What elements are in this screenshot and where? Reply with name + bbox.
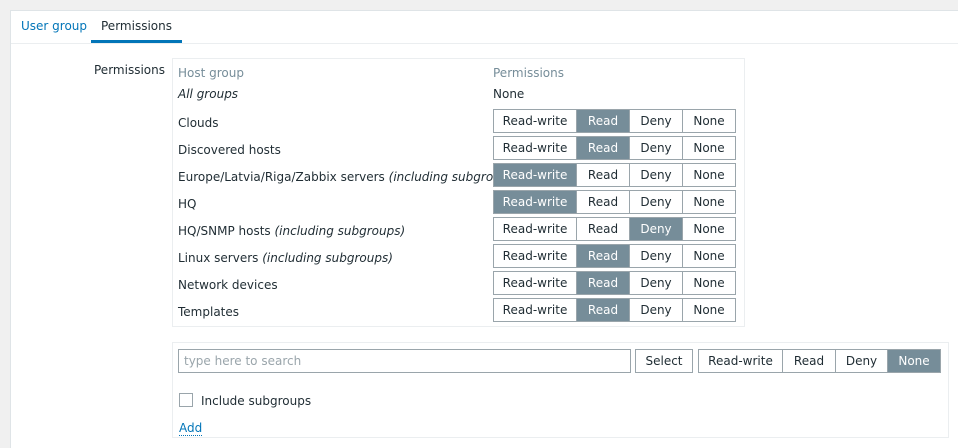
permission-segmented-control: Read-write Read Deny None [493,244,736,268]
permission-option-deny[interactable]: Deny [630,110,683,132]
permission-option-deny[interactable]: Deny [630,272,683,294]
host-group-name: Linux servers (including subgroups) [178,251,393,265]
permission-option-none[interactable]: None [683,245,735,267]
include-subgroups-checkbox[interactable] [179,393,193,407]
all-groups-permission: None [493,87,525,101]
new-permission-option-read[interactable]: Read [783,350,836,372]
permission-option-deny[interactable]: Deny [630,245,683,267]
tab-permissions[interactable]: Permissions [91,11,182,43]
permission-option-read-write[interactable]: Read-write [494,299,577,321]
permission-segmented-control: Read-write Read Deny None [493,271,736,295]
permission-option-none[interactable]: None [683,137,735,159]
permission-option-read-write[interactable]: Read-write [494,245,577,267]
permission-option-read-write[interactable]: Read-write [494,110,577,132]
permission-option-read-write[interactable]: Read-write [494,164,577,186]
new-permission-option-read-write[interactable]: Read-write [699,350,783,372]
permission-option-read[interactable]: Read [577,299,630,321]
permission-segmented-control: Read-write Read Deny None [493,190,736,214]
host-group-name: Templates [178,305,239,319]
host-group-label: HQ [178,197,197,211]
new-permission-option-deny[interactable]: Deny [836,350,888,372]
permission-option-read[interactable]: Read [577,191,630,213]
all-groups-name: All groups [178,87,238,101]
permission-option-none[interactable]: None [683,191,735,213]
tab-bar: User group Permissions [11,11,958,44]
host-group-name: HQ/SNMP hosts (including subgroups) [178,224,405,238]
permission-option-deny[interactable]: Deny [630,218,683,240]
permission-option-read[interactable]: Read [577,110,630,132]
form-card: User group Permissions Permissions Host … [10,10,958,448]
host-group-label: HQ/SNMP hosts [178,224,271,238]
permission-option-none[interactable]: None [683,110,735,132]
permission-option-read[interactable]: Read [577,218,630,240]
permission-option-deny[interactable]: Deny [630,137,683,159]
add-link[interactable]: Add [179,421,203,436]
permission-option-read[interactable]: Read [577,245,630,267]
permission-segmented-control: Read-write Read Deny None [493,217,736,241]
permission-segmented-control: Read-write Read Deny None [493,163,736,187]
host-group-name: Europe/Latvia/Riga/Zabbix servers (inclu… [178,170,519,184]
new-permission-option-none[interactable]: None [888,350,940,372]
subgroups-note: (including subgroups) [274,224,406,238]
permission-segmented-control: Read-write Read Deny None [493,109,736,133]
permission-option-deny[interactable]: Deny [630,164,683,186]
host-group-label: Europe/Latvia/Riga/Zabbix servers [178,170,385,184]
permission-option-read-write[interactable]: Read-write [494,218,577,240]
host-group-label: Network devices [178,278,278,292]
permission-option-deny[interactable]: Deny [630,299,683,321]
permission-option-read[interactable]: Read [577,164,630,186]
permissions-field-label: Permissions [94,63,165,77]
host-group-label: Templates [178,305,240,319]
top-strip [0,0,958,10]
permission-option-none[interactable]: None [683,164,735,186]
permission-segmented-control: Read-write Read Deny None [493,136,736,160]
tab-user-group[interactable]: User group [11,11,97,42]
permission-option-deny[interactable]: Deny [630,191,683,213]
host-group-search-input[interactable] [178,349,631,373]
permission-option-read-write[interactable]: Read-write [494,137,577,159]
host-group-name: Clouds [178,116,219,130]
permission-segmented-control: Read-write Read Deny None [493,298,736,322]
include-subgroups-label: Include subgroups [201,394,312,408]
host-group-label: Discovered hosts [178,143,281,157]
host-group-name: Discovered hosts [178,143,281,157]
host-group-label: Linux servers [178,251,259,265]
host-group-name: Network devices [178,278,278,292]
permission-option-none[interactable]: None [683,272,735,294]
permission-option-read-write[interactable]: Read-write [494,272,577,294]
subgroups-note: (including subgroups) [262,251,393,265]
permission-option-none[interactable]: None [683,299,735,321]
column-header-host-group: Host group [178,66,244,80]
host-group-label: Clouds [178,116,219,130]
permission-option-read-write[interactable]: Read-write [494,191,577,213]
add-permission-block: Select Read-writeReadDenyNone Include su… [172,342,949,438]
select-button[interactable]: Select [635,349,693,373]
all-groups-label: All groups [178,87,239,101]
permission-option-read[interactable]: Read [577,272,630,294]
permission-option-read[interactable]: Read [577,137,630,159]
permissions-table: Host group Permissions All groups None C… [172,58,745,327]
new-permission-segmented-control: Read-write Read Deny None [698,349,941,373]
column-header-permissions: Permissions [493,66,564,80]
host-group-name: HQ [178,197,196,211]
permission-option-none[interactable]: None [683,218,735,240]
